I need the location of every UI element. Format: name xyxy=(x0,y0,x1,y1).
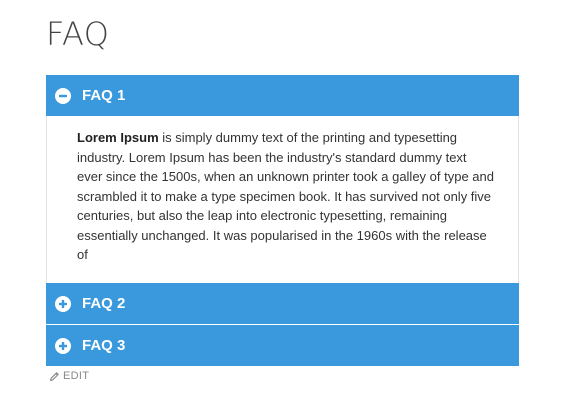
faq-2-title: FAQ 2 xyxy=(82,294,126,312)
edit-link[interactable]: EDIT xyxy=(49,370,89,382)
faq-1-content: Lorem Ipsum is simply dummy text of the … xyxy=(46,116,519,283)
faq-1-title: FAQ 1 xyxy=(82,86,126,104)
minus-circle-icon xyxy=(55,87,71,104)
plus-circle-icon xyxy=(55,295,71,312)
faq-3-header[interactable]: FAQ 3 xyxy=(46,325,519,366)
page-title: FAQ xyxy=(46,15,110,53)
faq-accordion: FAQ 1 Lorem Ipsum is simply dummy text o… xyxy=(46,75,519,366)
pencil-icon xyxy=(49,371,60,382)
faq-1-answer: Lorem Ipsum is simply dummy text of the … xyxy=(77,128,494,265)
edit-label: EDIT xyxy=(63,370,90,382)
faq-1-answer-text: is simply dummy text of the printing and… xyxy=(77,130,494,262)
faq-3-title: FAQ 3 xyxy=(82,336,126,354)
faq-1-answer-bold: Lorem Ipsum xyxy=(77,130,159,145)
plus-circle-icon xyxy=(55,337,71,354)
faq-1-header[interactable]: FAQ 1 xyxy=(46,75,519,116)
faq-2-header[interactable]: FAQ 2 xyxy=(46,283,519,324)
